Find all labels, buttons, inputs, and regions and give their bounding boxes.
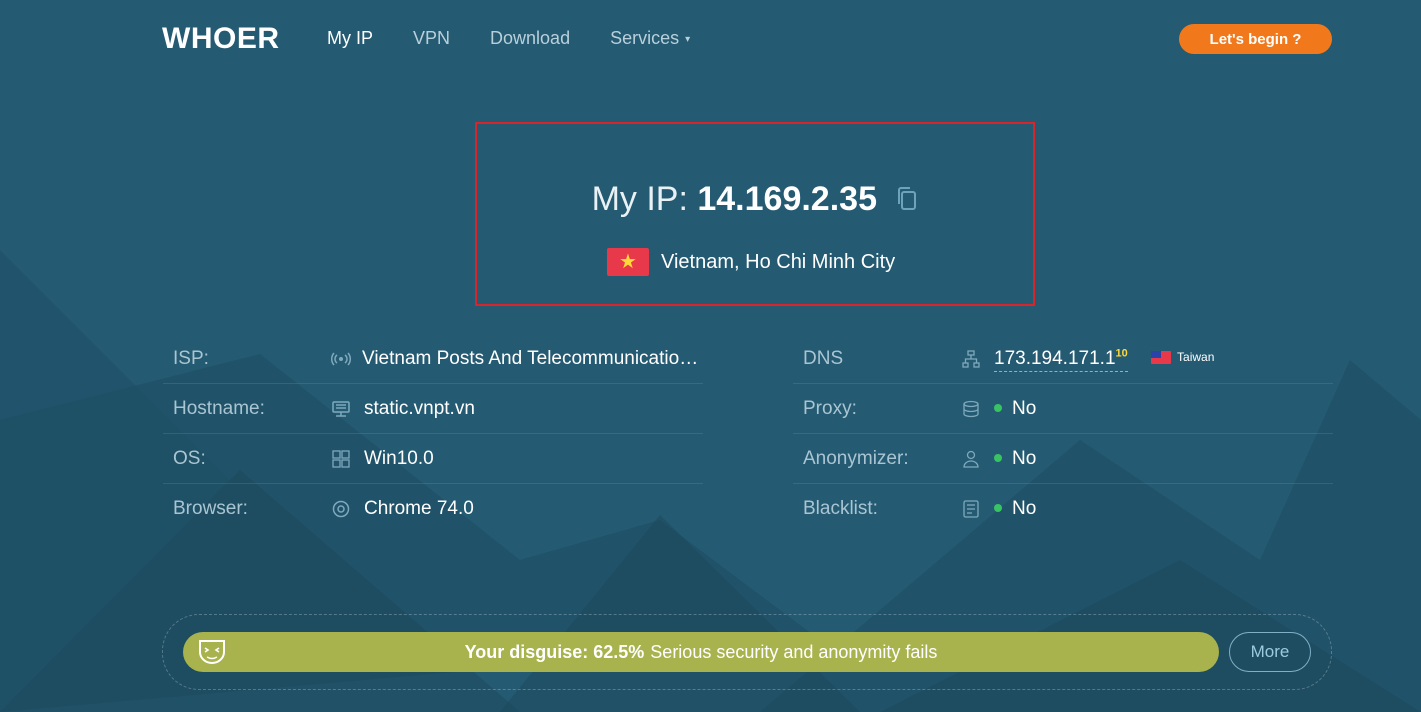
os-label: OS: [173,447,206,469]
nav-download[interactable]: Download [490,28,570,49]
ip-location: ★ Vietnam, Ho Chi Minh City [607,248,895,276]
chrome-icon [331,499,351,519]
browser-value: Chrome 74.0 [364,497,474,519]
caret-down-icon: ▾ [685,33,691,45]
lets-begin-button[interactable]: Let's begin ? [1179,24,1332,54]
taiwan-flag-icon [1151,350,1172,364]
disguise-text: Serious security and anonymity fails [650,641,938,662]
blacklist-value: No [1012,497,1037,519]
info-row-blacklist: Blacklist: No [793,484,1333,533]
status-ok-dot [994,504,1002,513]
nav-my-ip[interactable]: My IP [327,28,373,49]
disguise-bar: Your disguise: 62.5% Serious security an… [183,632,1219,672]
database-icon [961,399,981,419]
main-nav: My IP VPN Download Services ▾ [327,28,690,49]
anonymizer-value: No [1012,447,1037,469]
proxy-label: Proxy: [803,397,857,419]
more-button[interactable]: More [1229,632,1311,672]
status-ok-dot [994,454,1002,463]
dns-value[interactable]: 173.194.171.110 [994,347,1128,372]
server-icon [331,399,351,419]
anonymizer-value-wrap: No [994,448,1036,470]
vietnam-flag-icon: ★ [607,248,649,276]
anonymizer-label: Anonymizer: [803,447,909,469]
flag-star: ★ [619,251,637,273]
list-icon [961,499,981,519]
disguise-label: Your disguise: [464,641,589,662]
copy-icon[interactable] [896,182,918,221]
ip-value[interactable]: 14.169.2.35 [697,180,877,218]
dns-ip: 173.194.171.1 [994,347,1116,369]
ip-line: My IP: 14.169.2.35 [477,180,1033,221]
windows-icon [331,449,351,469]
info-row-proxy: Proxy: No [793,384,1333,434]
user-icon [961,449,981,469]
hostname-label: Hostname: [173,397,265,419]
network-icon [961,349,981,369]
info-row-browser: Browser: Chrome 74.0 [163,484,703,533]
nav-services[interactable]: Services ▾ [610,28,690,49]
isp-value: Vietnam Posts And Telecommunications Gro… [362,347,702,369]
whoer-logo[interactable]: WHOER [162,22,280,56]
mask-icon [197,638,227,671]
blacklist-label: Blacklist: [803,497,878,519]
info-row-dns: DNS 173.194.171.110 Taiwan [793,334,1333,384]
disguise-percent: 62.5% [593,641,645,662]
dns-country-name: Taiwan [1177,350,1215,365]
nav-services-label: Services [610,28,680,48]
disguise-panel: Your disguise: 62.5% Serious security an… [162,614,1332,690]
dns-label: DNS [803,347,844,369]
location-text: Vietnam, Ho Chi Minh City [661,250,896,273]
dns-value-wrap: 173.194.171.110 Taiwan [994,347,1214,372]
ip-label: My IP: [591,180,688,218]
info-row-anonymizer: Anonymizer: No [793,434,1333,484]
nav-vpn[interactable]: VPN [413,28,450,49]
my-ip-panel: My IP: 14.169.2.35 ★ Vietnam, Ho Chi Min… [475,122,1035,306]
dns-count: 10 [1115,347,1128,360]
blacklist-value-wrap: No [994,498,1036,520]
dns-country: Taiwan [1151,350,1214,364]
info-row-hostname: Hostname: static.vnpt.vn [163,384,703,434]
signal-icon [331,349,351,369]
proxy-value: No [1012,397,1037,419]
isp-label: ISP: [173,347,209,369]
proxy-value-wrap: No [994,398,1036,420]
status-ok-dot [994,404,1002,413]
info-row-isp: ISP: Vietnam Posts And Telecommunication… [163,334,703,384]
hostname-value: static.vnpt.vn [364,397,475,419]
os-value: Win10.0 [364,447,434,469]
info-row-os: OS: Win10.0 [163,434,703,484]
browser-label: Browser: [173,497,248,519]
